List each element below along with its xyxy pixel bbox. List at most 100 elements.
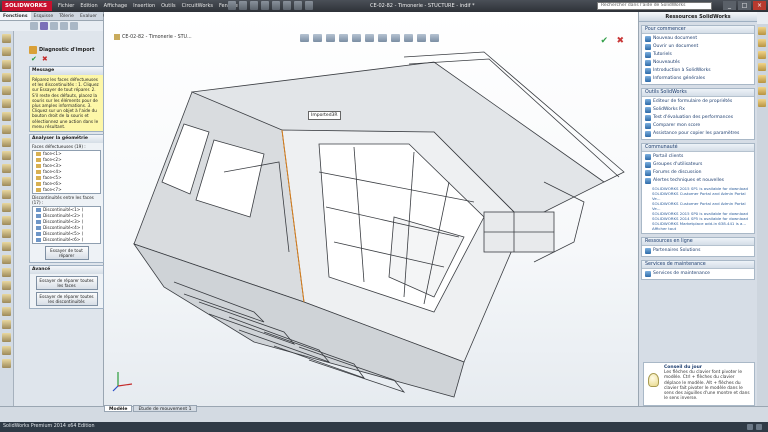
feature-tree-icon[interactable]	[30, 22, 38, 30]
list-item[interactable]: face<7>	[33, 187, 100, 193]
link-overview[interactable]: Informations générales	[642, 76, 754, 82]
tab-esquisse[interactable]: Esquisse	[31, 12, 57, 20]
repair-all-faces-button[interactable]: Essayer de réparer toutes les faces	[35, 276, 98, 291]
custom-properties-icon[interactable]	[758, 87, 766, 95]
link-compare-score[interactable]: Comparer mon score	[642, 123, 754, 129]
news-item[interactable]: SOLIDWORKS Customer Portal and Admin Por…	[642, 191, 754, 201]
rebuild-icon[interactable]	[294, 1, 302, 10]
view-palette-icon[interactable]	[758, 63, 766, 71]
property-manager-icon[interactable]	[40, 22, 48, 30]
show-all-link[interactable]: Afficher tout	[642, 226, 754, 231]
dimxpert-icon[interactable]	[60, 22, 68, 30]
thicken-icon[interactable]	[2, 346, 11, 355]
delete-icon[interactable]	[2, 333, 11, 342]
loft-icon[interactable]	[2, 73, 11, 82]
boundary-icon[interactable]	[2, 86, 11, 95]
link-introduction[interactable]: Introduction à SolidWorks	[642, 68, 754, 74]
scale-icon[interactable]	[2, 359, 11, 368]
link-subscription-services[interactable]: Services de maintenance	[642, 271, 754, 277]
tab-tolerie[interactable]: Tôlerie	[56, 12, 77, 20]
section-header[interactable]: Services de maintenance	[642, 261, 754, 269]
freeform-icon[interactable]	[2, 281, 11, 290]
message-header[interactable]: Message	[30, 67, 103, 75]
faulty-faces-list[interactable]: face<1> face<2> face<3> face<4> face<5> …	[32, 150, 101, 195]
units-icon[interactable]	[747, 424, 753, 430]
select-icon[interactable]	[283, 1, 291, 10]
combine-icon[interactable]	[2, 320, 11, 329]
curves-icon[interactable]	[2, 229, 11, 238]
appearances-icon[interactable]	[758, 75, 766, 83]
pattern-icon[interactable]	[2, 125, 11, 134]
configuration-icon[interactable]	[50, 22, 58, 30]
undo-icon[interactable]	[272, 1, 280, 10]
try-repair-all-button[interactable]: Essayer de tout réparer	[44, 246, 89, 261]
link-tutorials[interactable]: Tutoriels	[642, 52, 754, 58]
tab-modele[interactable]: Modèle	[104, 405, 133, 412]
menu-circuitworks[interactable]: CircuitWorks	[182, 0, 213, 12]
solidworks-logo[interactable]: SOLIDWORKS	[2, 1, 52, 11]
link-benchmark[interactable]: Test d'évaluation des performances	[642, 115, 754, 121]
list-item[interactable]: Discontinuité<6> (	[33, 237, 100, 243]
display-icon[interactable]	[70, 22, 78, 30]
split-icon[interactable]	[2, 294, 11, 303]
link-property-tab-builder[interactable]: Editeur de formulaire de propriétés	[642, 99, 754, 105]
mirror-icon[interactable]	[2, 203, 11, 212]
design-library-icon[interactable]	[758, 39, 766, 47]
dome-icon[interactable]	[2, 268, 11, 277]
home-icon[interactable]	[758, 27, 766, 35]
link-technical-alerts[interactable]: Alertes techniques et nouvelles	[642, 178, 754, 184]
link-solidworks-rx[interactable]: SolidWorks Rx	[642, 107, 754, 113]
minimize-button[interactable]: _	[723, 1, 736, 10]
revolve-icon[interactable]	[2, 47, 11, 56]
instant3d-icon[interactable]	[2, 242, 11, 251]
link-copy-settings[interactable]: Assistance pour copier les paramètres	[642, 131, 754, 137]
cab-model[interactable]	[104, 12, 638, 406]
forum-tab-icon[interactable]	[758, 99, 766, 107]
menu-affichage[interactable]: Affichage	[104, 0, 128, 12]
sweep-icon[interactable]	[2, 60, 11, 69]
intersect-icon[interactable]	[2, 190, 11, 199]
menu-edition[interactable]: Edition	[80, 0, 97, 12]
menu-insertion[interactable]: Insertion	[133, 0, 155, 12]
cut-icon[interactable]	[2, 99, 11, 108]
fillet-icon[interactable]	[2, 112, 11, 121]
link-user-groups[interactable]: Groupes d'utilisateurs	[642, 162, 754, 168]
help-icon[interactable]	[756, 424, 762, 430]
repair-all-gaps-button[interactable]: Essayer de réparer toutes les discontinu…	[35, 292, 98, 307]
print-icon[interactable]	[261, 1, 269, 10]
tab-motion-study[interactable]: Etude de mouvement 1	[133, 405, 197, 412]
maximize-button[interactable]: □	[738, 1, 751, 10]
link-whats-new[interactable]: Nouveautés	[642, 60, 754, 66]
section-header[interactable]: Outils SolidWorks	[642, 89, 754, 97]
tab-fonctions[interactable]: Fonctions	[0, 12, 31, 20]
extrude-icon[interactable]	[2, 34, 11, 43]
link-new-document[interactable]: Nouveau document	[642, 36, 754, 42]
close-button[interactable]: ×	[753, 1, 766, 10]
wrap-icon[interactable]	[2, 177, 11, 186]
move-icon[interactable]	[2, 307, 11, 316]
menu-fichier[interactable]: Fichier	[58, 0, 74, 12]
link-open-document[interactable]: Ouvrir un document	[642, 44, 754, 50]
hole-icon[interactable]	[2, 255, 11, 264]
new-icon[interactable]	[228, 1, 236, 10]
link-customer-portal[interactable]: Portail clients	[642, 154, 754, 160]
menu-outils[interactable]: Outils	[161, 0, 175, 12]
advanced-header[interactable]: Avancé	[30, 266, 103, 275]
rib-icon[interactable]	[2, 138, 11, 147]
ok-button[interactable]: ✔	[31, 55, 37, 64]
analyze-header[interactable]: Analyser la géométrie	[30, 135, 103, 144]
section-header[interactable]: Communauté	[642, 144, 754, 152]
draft-icon[interactable]	[2, 151, 11, 160]
shell-icon[interactable]	[2, 164, 11, 173]
save-icon[interactable]	[250, 1, 258, 10]
section-header[interactable]: Pour commencer	[642, 26, 754, 34]
search-input[interactable]: Rechercher dans l'aide de SolidWorks	[597, 2, 712, 10]
section-header[interactable]: Ressources en ligne	[642, 238, 754, 246]
file-explorer-icon[interactable]	[758, 51, 766, 59]
tab-evaluer[interactable]: Evaluer	[77, 12, 100, 20]
graphics-area[interactable]: CE-02-82 - Timonerie - STU... ✔ ✖ Import…	[104, 12, 638, 406]
options-icon[interactable]	[305, 1, 313, 10]
open-icon[interactable]	[239, 1, 247, 10]
cancel-button[interactable]: ✖	[42, 55, 48, 64]
link-forums[interactable]: Forums de discussion	[642, 170, 754, 176]
